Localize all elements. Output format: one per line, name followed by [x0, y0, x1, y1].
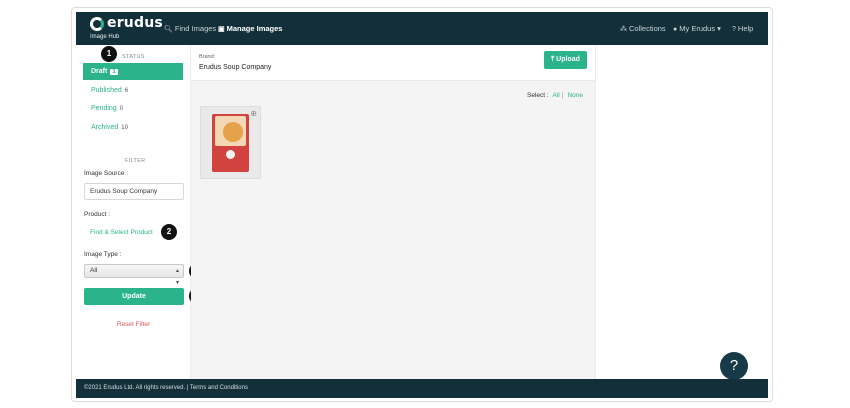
main-content: Brand: Erudus Soup Company ⤒ Upload Sele…: [191, 45, 595, 379]
nav-find-images[interactable]: 🔍︎ Find Images: [164, 24, 216, 33]
select-arrows-icon: ▲ ▼: [175, 268, 180, 286]
update-button[interactable]: Update: [84, 288, 184, 305]
nav-my-erudus[interactable]: ● My Erudus ▾: [673, 24, 721, 33]
select-none-link[interactable]: None: [567, 92, 583, 99]
logo-text: erudus: [107, 15, 163, 31]
product-label: Product :: [84, 211, 111, 218]
help-chat-button[interactable]: ?: [720, 352, 748, 380]
app-window: erudus Image Hub 🔍︎ Find Images ▣ Manage I…: [71, 7, 773, 402]
status-draft[interactable]: Draft 1: [83, 63, 183, 80]
upload-icon: ⤒: [551, 56, 555, 63]
image-source-field[interactable]: Erudus Soup Company: [84, 183, 184, 200]
brand-label: Brand:: [199, 54, 216, 60]
top-navbar: erudus Image Hub 🔍︎ Find Images ▣ Manage I…: [76, 12, 768, 45]
main-header: Brand: Erudus Soup Company ⤒ Upload: [191, 45, 595, 81]
nav-manage-images[interactable]: ▣ Manage Images: [218, 24, 282, 33]
filter-title: FILTER: [125, 158, 146, 164]
select-all-link[interactable]: All: [553, 92, 560, 99]
separator: |: [561, 92, 564, 99]
help-circle-icon: ?: [732, 26, 736, 33]
footer: ©2021 Erudus Ltd. All rights reserved. |…: [76, 379, 768, 398]
sidebar: STATUS Draft 1 Published 6 Pending 0 Archiv…: [76, 45, 205, 379]
erudus-logo[interactable]: erudus Image Hub: [90, 15, 163, 43]
status-count: 6: [124, 88, 129, 94]
erudus-logo-icon: [90, 17, 104, 31]
image-type-label: Image Type :: [84, 251, 122, 258]
select-row: Select : All | None: [527, 92, 583, 99]
status-count: 0: [119, 106, 124, 112]
zoom-icon[interactable]: ⊕: [250, 109, 257, 118]
select-label: Select :: [527, 92, 549, 99]
right-panel: [595, 45, 764, 379]
status-pending[interactable]: Pending 0: [83, 100, 183, 117]
image-thumbnail[interactable]: ⊕: [200, 106, 261, 179]
status-count: 1: [110, 69, 118, 75]
status-archived[interactable]: Archived 10: [83, 119, 183, 136]
status-title: STATUS: [122, 54, 145, 60]
find-select-product-link[interactable]: Find & Select Product: [90, 229, 153, 236]
reset-filter-link[interactable]: Reset Filter: [76, 321, 191, 328]
images-icon: ▣: [218, 26, 225, 33]
product-package-image: [212, 114, 249, 172]
nav-collections[interactable]: ⁂ Collections: [620, 24, 666, 33]
user-icon: ●: [673, 26, 678, 33]
upload-button[interactable]: ⤒ Upload: [544, 51, 587, 69]
logo-subtitle: Image Hub: [90, 34, 120, 40]
step-badge-2: 2: [161, 224, 177, 240]
step-badge-1: 1: [101, 46, 117, 62]
image-type-select[interactable]: All ▲ ▼: [84, 264, 184, 286]
collections-icon: ⁂: [620, 26, 627, 33]
status-count: 10: [121, 125, 128, 131]
image-source-label: Image Source :: [84, 170, 129, 177]
brand-value: Erudus Soup Company: [199, 64, 272, 71]
search-icon: 🔍︎: [164, 26, 173, 33]
nav-help[interactable]: ? Help: [732, 24, 753, 33]
status-published[interactable]: Published 6: [83, 82, 183, 99]
